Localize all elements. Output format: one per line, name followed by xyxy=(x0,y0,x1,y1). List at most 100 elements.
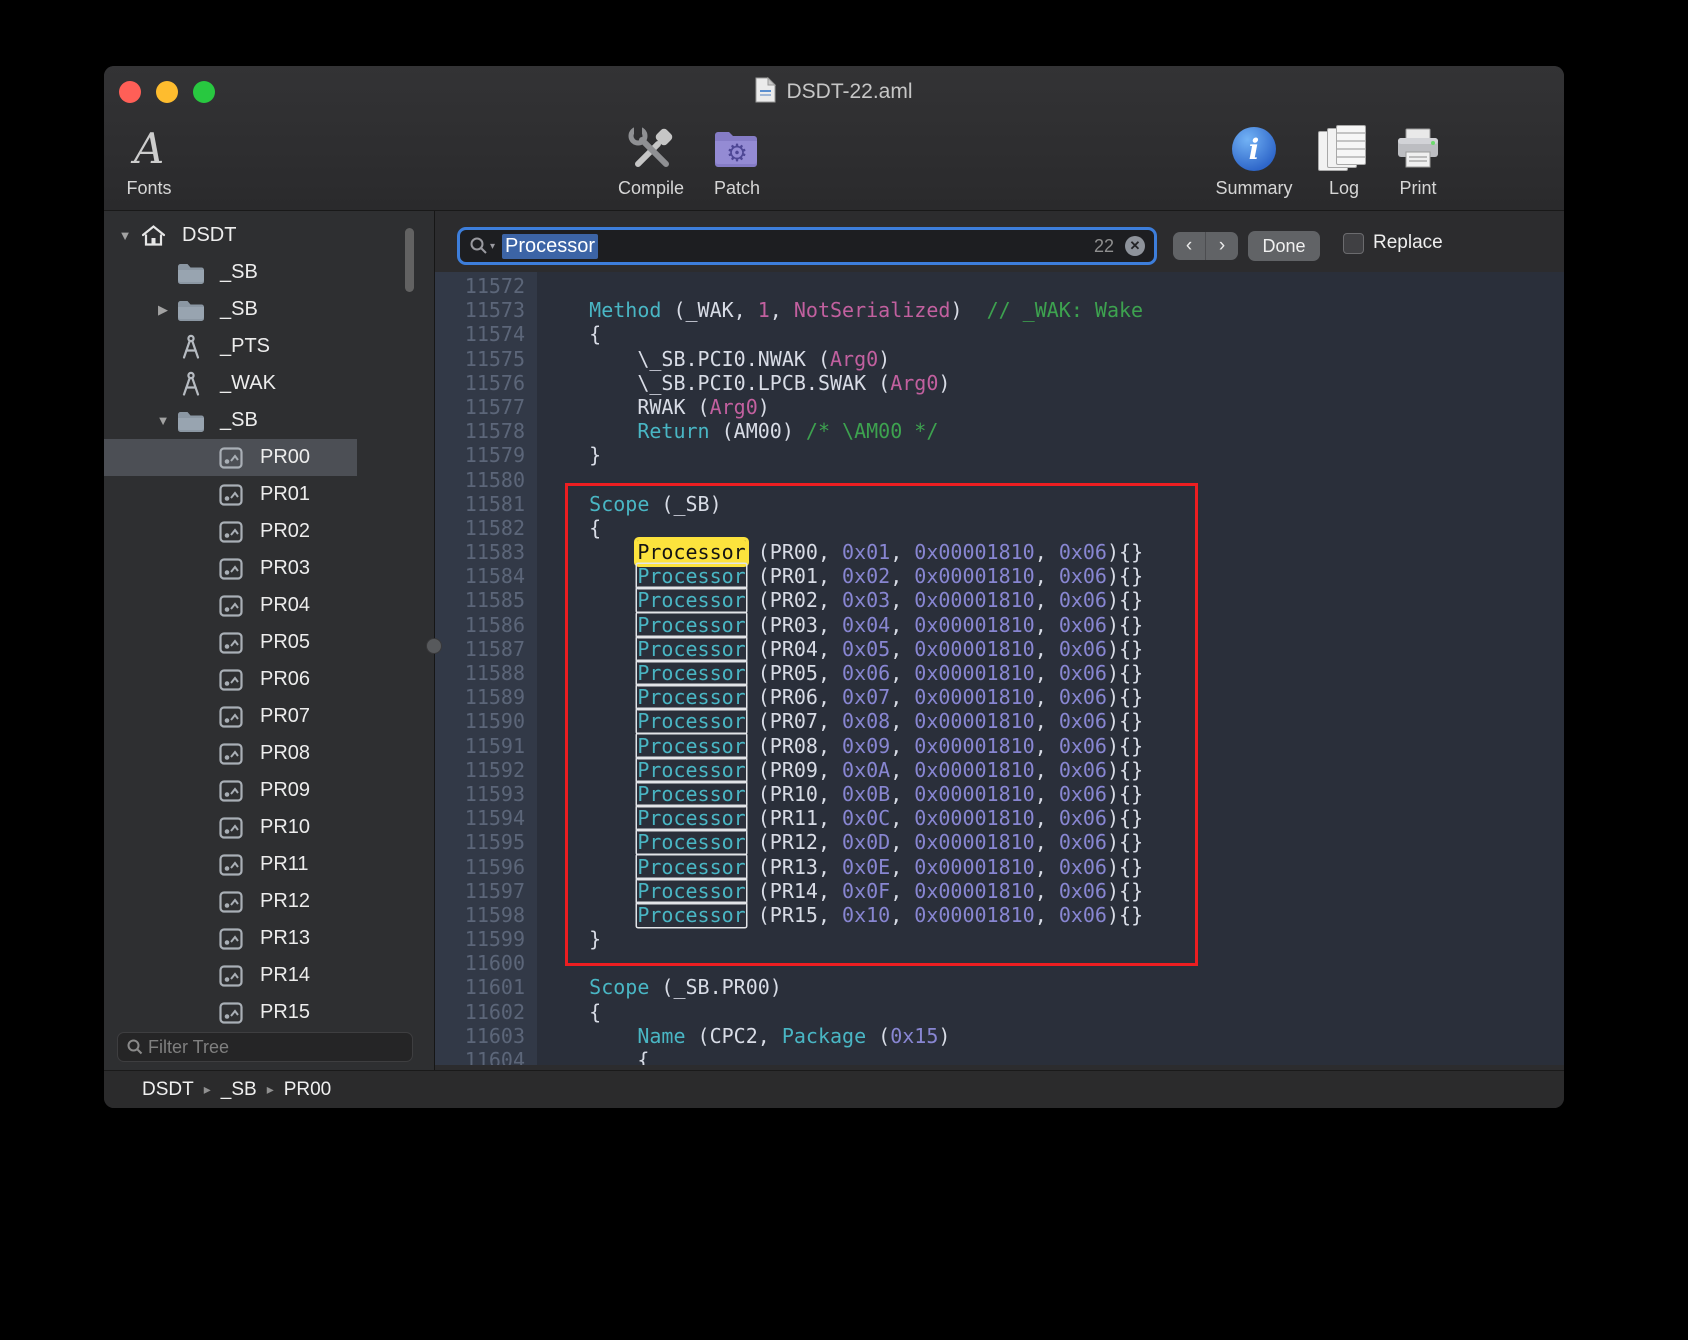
line-number: 11581 xyxy=(435,492,525,516)
disclosure-down-icon[interactable]: ▼ xyxy=(112,228,138,243)
sidebar-tree: ▼DSDT _SB ▶ _SB _PTS_WAK▼_SB PR00 PR01 PR02 PR03… xyxy=(104,217,434,1031)
tree-item-label: PR07 xyxy=(260,705,310,728)
tree-item-dsdt[interactable]: ▼DSDT xyxy=(104,217,434,254)
tree-item-pr14[interactable]: PR14 xyxy=(104,957,434,994)
tree-item-pr15[interactable]: PR15 xyxy=(104,994,434,1031)
code-text: Scope (_SB.PR00) xyxy=(541,975,782,999)
tree-item-label: PR00 xyxy=(260,446,310,469)
search-match: Processor xyxy=(637,758,745,782)
tree-item-label: PR08 xyxy=(260,742,310,765)
code-line: 11581 Scope (_SB) xyxy=(435,492,1564,516)
tree-item-_sb[interactable]: ▶ _SB xyxy=(104,291,434,328)
code-text: } xyxy=(541,927,601,951)
line-number: 11596 xyxy=(435,855,525,879)
print-button[interactable]: Print xyxy=(1363,120,1473,199)
search-match: Processor xyxy=(637,806,745,830)
code-editor[interactable]: 1157211573 Method (_WAK, 1, NotSerialize… xyxy=(435,272,1564,1065)
fonts-label: Fonts xyxy=(126,178,171,199)
tree-item-pr03[interactable]: PR03 xyxy=(104,550,434,587)
line-number: 11574 xyxy=(435,322,525,346)
line-number: 11591 xyxy=(435,734,525,758)
tree-item-_wak[interactable]: _WAK xyxy=(104,365,434,402)
clear-search-icon[interactable]: ✕ xyxy=(1125,236,1145,256)
tree-item-pr07[interactable]: PR07 xyxy=(104,698,434,735)
tree-item-_pts[interactable]: _PTS xyxy=(104,328,434,365)
code-text: Processor (PR13, 0x0E, 0x00001810, 0x06)… xyxy=(541,855,1143,879)
breadcrumb-item[interactable]: _SB xyxy=(221,1079,257,1101)
search-options-chevron-icon[interactable]: ▾ xyxy=(490,241,495,252)
tree-item-pr04[interactable]: PR04 xyxy=(104,587,434,624)
folder-icon xyxy=(176,299,206,321)
proc-icon xyxy=(216,595,246,617)
line-number: 11583 xyxy=(435,540,525,564)
breadcrumb-item[interactable]: DSDT xyxy=(142,1079,194,1101)
breadcrumb-separator: ▸ xyxy=(204,1081,211,1098)
done-button[interactable]: Done xyxy=(1248,231,1320,261)
line-number: 11600 xyxy=(435,951,525,975)
code-text: } xyxy=(541,443,601,467)
search-match: Processor xyxy=(637,879,745,903)
find-input[interactable]: ▾ Processor 22 ✕ xyxy=(457,227,1157,265)
tree-item-pr00[interactable]: PR00 xyxy=(104,439,357,476)
sidebar: ▼DSDT _SB ▶ _SB _PTS_WAK▼_SB PR00 PR01 PR02 PR03… xyxy=(104,211,435,1071)
tree-item-pr11[interactable]: PR11 xyxy=(104,846,434,883)
tree-item-pr08[interactable]: PR08 xyxy=(104,735,434,772)
tree-item-pr02[interactable]: PR02 xyxy=(104,513,434,550)
patch-button[interactable]: ⚙ Patch xyxy=(682,120,792,199)
proc-icon xyxy=(216,669,246,691)
code-line: 11586 Processor (PR03, 0x04, 0x00001810,… xyxy=(435,613,1564,637)
filter-tree-placeholder: Filter Tree xyxy=(148,1037,229,1058)
info-icon: i xyxy=(1232,120,1276,178)
code-text: { xyxy=(541,1048,649,1065)
proc-icon xyxy=(216,484,246,506)
previous-match-button[interactable]: ‹ xyxy=(1173,232,1206,260)
proc-icon xyxy=(216,928,246,950)
tree-item-pr06[interactable]: PR06 xyxy=(104,661,434,698)
tree-item-_sb[interactable]: ▼_SB xyxy=(104,402,434,439)
disclosure-right-icon[interactable]: ▶ xyxy=(150,302,176,318)
tree-item-_sb[interactable]: _SB xyxy=(104,254,434,291)
disclosure-down-icon[interactable]: ▼ xyxy=(150,413,176,428)
search-icon[interactable]: ▾ xyxy=(469,236,495,256)
tree-item-label: PR02 xyxy=(260,520,310,543)
splitter-handle[interactable] xyxy=(426,638,442,654)
line-number: 11579 xyxy=(435,443,525,467)
code-line: 11589 Processor (PR06, 0x07, 0x00001810,… xyxy=(435,685,1564,709)
tree-item-pr12[interactable]: PR12 xyxy=(104,883,434,920)
filter-tree-input[interactable]: Filter Tree xyxy=(117,1032,413,1062)
tree-item-label: _SB xyxy=(220,261,258,284)
line-number: 11582 xyxy=(435,516,525,540)
tree-item-pr05[interactable]: PR05 xyxy=(104,624,434,661)
breadcrumb-item[interactable]: PR00 xyxy=(284,1079,332,1101)
search-match: Processor xyxy=(637,637,745,661)
line-number: 11603 xyxy=(435,1024,525,1048)
tree-item-pr01[interactable]: PR01 xyxy=(104,476,434,513)
code-text: Processor (PR11, 0x0C, 0x00001810, 0x06)… xyxy=(541,806,1143,830)
printer-icon xyxy=(1395,120,1441,178)
code-text: Return (AM00) /* \AM00 */ xyxy=(541,419,938,443)
search-match: Processor xyxy=(637,685,745,709)
line-number: 11586 xyxy=(435,613,525,637)
next-match-button[interactable]: › xyxy=(1206,232,1238,260)
home-icon xyxy=(138,223,168,248)
app-window: DSDT-22.aml A Fonts Compile xyxy=(104,66,1564,1108)
tree-item-label: PR14 xyxy=(260,964,310,987)
replace-checkbox[interactable] xyxy=(1343,233,1364,254)
line-number: 11593 xyxy=(435,782,525,806)
tree-item-pr10[interactable]: PR10 xyxy=(104,809,434,846)
code-line: 11598 Processor (PR15, 0x10, 0x00001810,… xyxy=(435,903,1564,927)
code-line: 11576 \_SB.PCI0.LPCB.SWAK (Arg0) xyxy=(435,371,1564,395)
tree-item-pr09[interactable]: PR09 xyxy=(104,772,434,809)
code-text: Processor (PR06, 0x07, 0x00001810, 0x06)… xyxy=(541,685,1143,709)
tree-item-label: PR04 xyxy=(260,594,310,617)
summary-label: Summary xyxy=(1215,178,1292,199)
proc-icon xyxy=(216,817,246,839)
code-line: 11604 { xyxy=(435,1048,1564,1065)
line-number: 11580 xyxy=(435,468,525,492)
code-text: Name (CPC2, Package (0x15) xyxy=(541,1024,950,1048)
tree-item-label: _SB xyxy=(220,298,258,321)
sidebar-scrollbar[interactable] xyxy=(405,228,414,292)
code-line: 11578 Return (AM00) /* \AM00 */ xyxy=(435,419,1564,443)
tree-item-pr13[interactable]: PR13 xyxy=(104,920,434,957)
fonts-button[interactable]: A Fonts xyxy=(104,120,204,199)
